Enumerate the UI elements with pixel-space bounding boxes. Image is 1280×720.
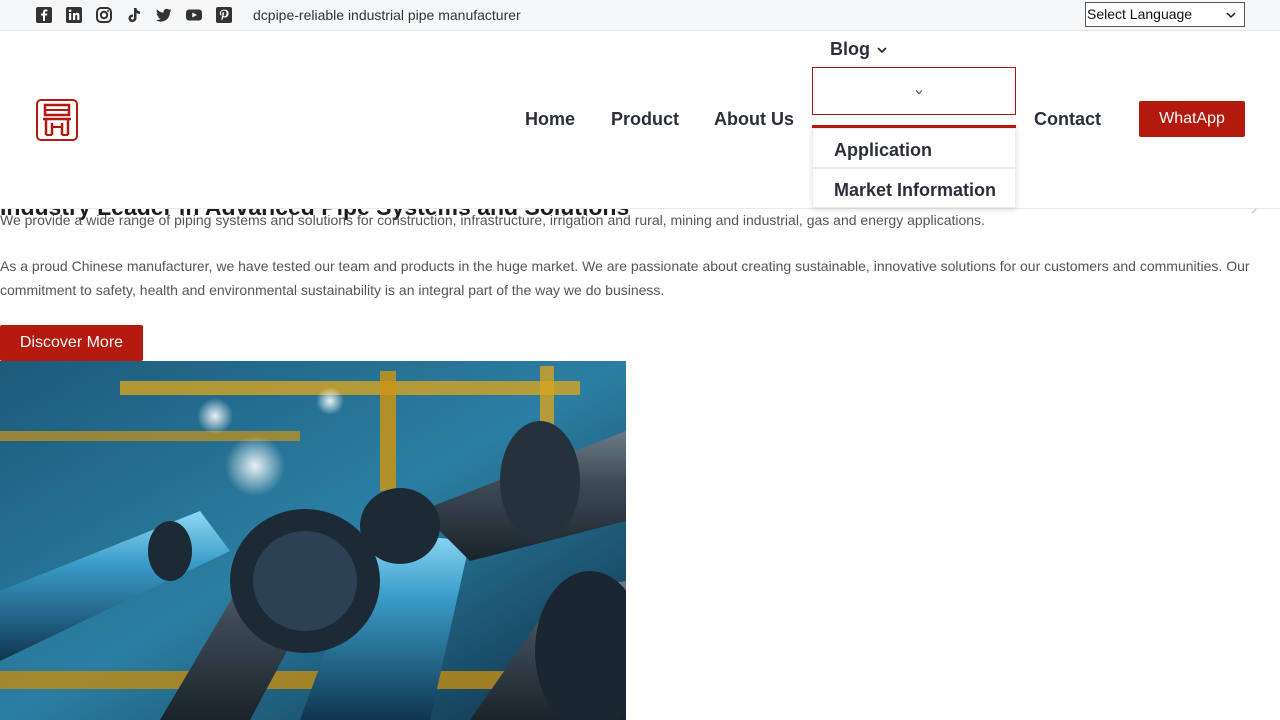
nav-product[interactable]: Product — [611, 109, 679, 130]
nav-contact[interactable]: Contact — [1034, 109, 1101, 130]
language-select[interactable]: Select Language — [1085, 2, 1245, 27]
linkedin-icon[interactable] — [65, 6, 83, 24]
whatsapp-button[interactable]: WhatApp — [1139, 101, 1245, 137]
dropdown-item-application[interactable]: Application — [812, 128, 1016, 168]
industrial-pipes-image — [0, 361, 626, 720]
site-tagline: dcpipe-reliable industrial pipe manufact… — [253, 7, 521, 23]
nav-about-us[interactable]: About Us — [714, 109, 794, 130]
submenu-toggle[interactable] — [812, 67, 1016, 115]
discover-more-button[interactable]: Discover More — [0, 325, 143, 361]
dropdown-item-market-information[interactable]: Market Information — [812, 168, 1016, 208]
instagram-icon[interactable] — [95, 6, 113, 24]
nav-blog-label: Blog — [830, 39, 870, 59]
language-select-value: Select Language — [1087, 6, 1193, 22]
chevron-down-icon — [915, 90, 923, 95]
chevron-down-icon — [1226, 12, 1236, 19]
social-links — [35, 6, 233, 24]
blog-dropdown-menu: Application Market Information — [812, 125, 1016, 208]
twitter-icon[interactable] — [155, 6, 173, 24]
intro-text: We provide a wide range of piping system… — [0, 212, 985, 228]
about-paragraph: As a proud Chinese manufacturer, we have… — [0, 258, 1250, 298]
site-header: Home Product About Us Blog Contact WhatA… — [0, 31, 1280, 209]
company-logo[interactable] — [36, 99, 78, 141]
facebook-icon[interactable] — [35, 6, 53, 24]
top-bar: dcpipe-reliable industrial pipe manufact… — [0, 0, 1280, 31]
nav-home[interactable]: Home — [525, 109, 575, 130]
nav-blog[interactable]: Blog — [830, 39, 888, 60]
chevron-down-icon — [877, 46, 887, 53]
youtube-icon[interactable] — [185, 6, 203, 24]
tiktok-icon[interactable] — [125, 6, 143, 24]
pinterest-icon[interactable] — [215, 6, 233, 24]
